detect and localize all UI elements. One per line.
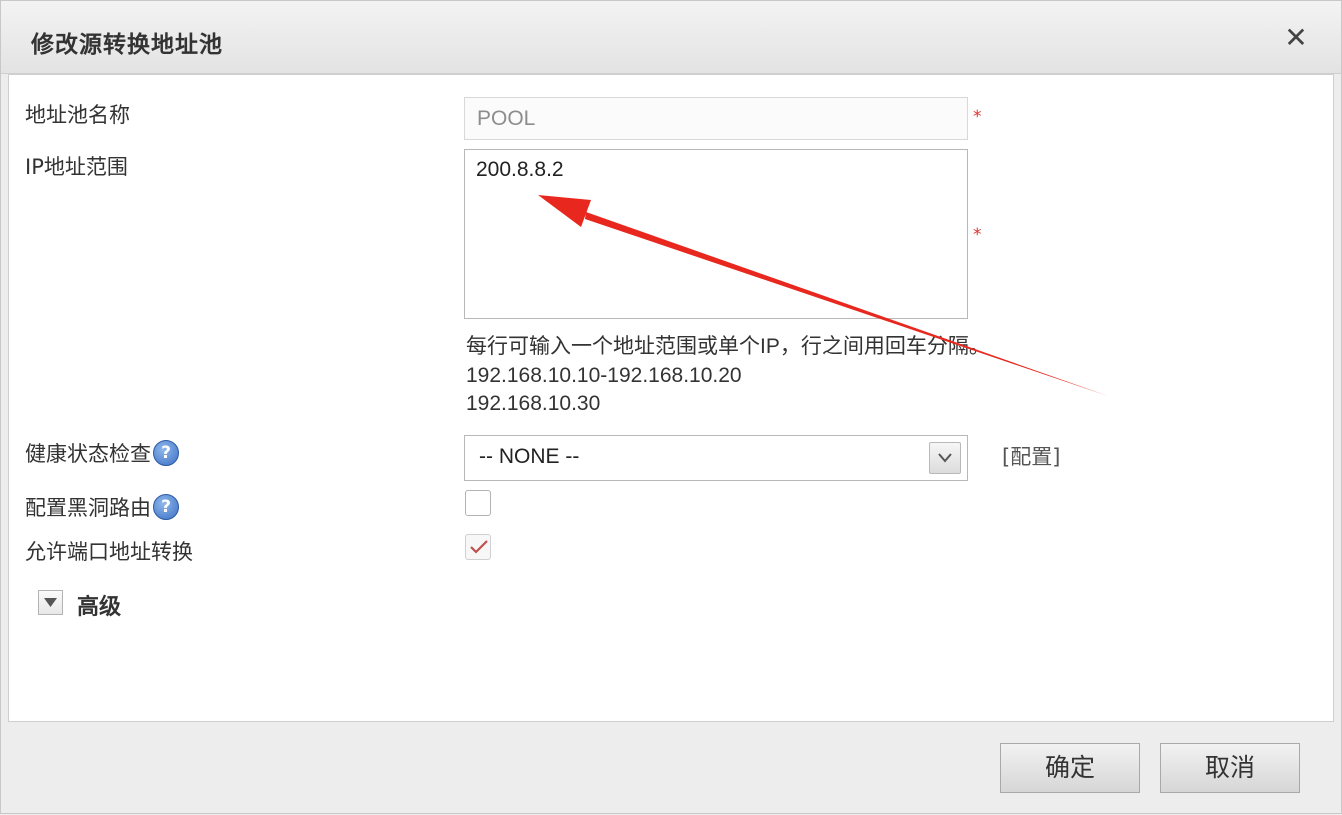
close-icon[interactable]: ✕ xyxy=(1281,23,1311,53)
ip-range-textarea[interactable]: 200.8.8.2 xyxy=(464,149,968,319)
advanced-section-label[interactable]: 高级 xyxy=(77,589,121,621)
triangle-down-icon xyxy=(44,598,57,607)
ip-range-example-2: 192.168.10.30 xyxy=(466,392,601,415)
cancel-button[interactable]: 取消 xyxy=(1160,743,1300,793)
dialog-titlebar: 修改源转换地址池 ✕ xyxy=(1,1,1341,74)
help-icon[interactable]: ? xyxy=(153,440,179,466)
pool-name-label: 地址池名称 xyxy=(25,103,130,127)
ip-range-hint: 每行可输入一个地址范围或单个IP，行之间用回车分隔。 xyxy=(466,335,990,358)
checkmark-icon xyxy=(470,540,488,554)
blackhole-route-label-text: 配置黑洞路由 xyxy=(25,496,151,520)
ip-range-value: 200.8.8.2 xyxy=(476,158,564,181)
port-translation-label: 允许端口地址转换 xyxy=(25,540,193,564)
edit-source-nat-pool-dialog: 修改源转换地址池 ✕ 地址池名称 POOL * IP地址范围 200.8.8.2… xyxy=(0,0,1342,814)
ok-button[interactable]: 确定 xyxy=(1000,743,1140,793)
ip-range-required-mark: * xyxy=(973,225,982,245)
dialog-title: 修改源转换地址池 xyxy=(31,32,223,58)
health-check-label-text: 健康状态检查 xyxy=(25,442,151,466)
health-check-select[interactable]: -- NONE -- xyxy=(464,435,968,481)
blackhole-route-label: 配置黑洞路由? xyxy=(25,492,179,522)
health-check-selected-value: -- NONE -- xyxy=(479,445,580,468)
help-icon[interactable]: ? xyxy=(153,494,179,520)
health-check-label: 健康状态检查? xyxy=(25,438,179,468)
advanced-toggle[interactable] xyxy=(38,590,63,615)
ip-range-example-1: 192.168.10.10-192.168.10.20 xyxy=(466,364,742,387)
pool-name-required-mark: * xyxy=(973,107,982,127)
pool-name-value: POOL xyxy=(477,107,536,130)
pool-name-input[interactable]: POOL xyxy=(464,97,968,140)
health-check-config-link[interactable]: [配置] xyxy=(1002,441,1060,471)
blackhole-route-checkbox[interactable] xyxy=(465,490,491,516)
ip-range-label: IP地址范围 xyxy=(25,155,128,179)
chevron-down-icon[interactable] xyxy=(929,442,961,474)
port-translation-checkbox[interactable] xyxy=(465,534,491,560)
